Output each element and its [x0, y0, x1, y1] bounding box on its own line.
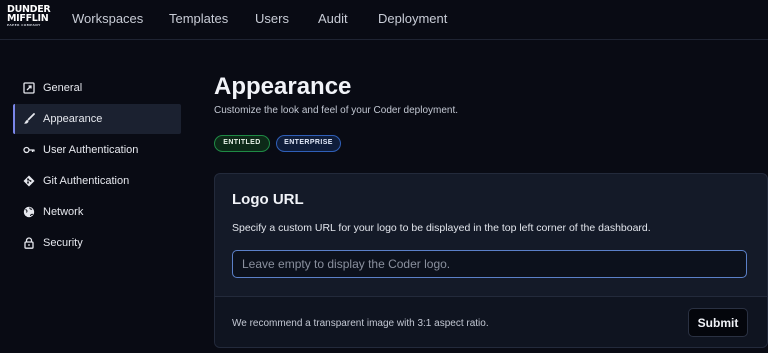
git-icon: [23, 175, 35, 187]
sidebar-item-network[interactable]: Network: [13, 197, 181, 227]
card-footer: We recommend a transparent image with 3:…: [215, 296, 767, 347]
globe-icon: [23, 206, 35, 218]
sidebar-item-label: User Authentication: [43, 144, 139, 156]
sidebar-item-label: Network: [43, 206, 84, 218]
sidebar-item-user-authentication[interactable]: User Authentication: [13, 135, 181, 165]
launch-icon: [23, 82, 35, 94]
card-description: Specify a custom URL for your logo to be…: [232, 222, 651, 234]
logo-line-2: MIFFLIN: [7, 13, 49, 24]
nav-audit[interactable]: Audit: [318, 0, 348, 40]
sidebar-item-security[interactable]: Security: [13, 228, 181, 258]
dunder-mifflin-logo[interactable]: DUNDER MIFFLIN PAPER COMPANY: [7, 5, 51, 35]
sidebar-item-label: Security: [43, 237, 83, 249]
sidebar-item-label: Appearance: [43, 113, 103, 125]
submit-button[interactable]: Submit: [688, 308, 748, 337]
logo-url-input[interactable]: [232, 250, 747, 278]
logo-url-card: Logo URL Specify a custom URL for your l…: [214, 173, 768, 348]
sidebar-item-label: General: [43, 82, 83, 94]
footer-note: We recommend a transparent image with 3:…: [232, 318, 489, 329]
lock-icon: [23, 237, 35, 249]
nav-users[interactable]: Users: [255, 0, 289, 40]
page-subtitle: Customize the look and feel of your Code…: [214, 105, 459, 116]
top-navbar: DUNDER MIFFLIN PAPER COMPANY Workspaces …: [0, 0, 768, 40]
sidebar-item-label: Git Authentication: [43, 175, 130, 187]
nav-deployment[interactable]: Deployment: [378, 0, 447, 40]
sidebar-item-git-authentication[interactable]: Git Authentication: [13, 166, 181, 196]
nav-workspaces[interactable]: Workspaces: [72, 0, 143, 40]
brush-icon: [23, 113, 35, 125]
page-title: Appearance: [214, 73, 352, 100]
key-icon: [23, 144, 35, 156]
card-title: Logo URL: [232, 191, 304, 208]
sidebar-item-appearance[interactable]: Appearance: [13, 104, 181, 134]
entitled-badge: ENTITLED: [214, 135, 270, 152]
enterprise-badge: ENTERPRISE: [276, 135, 341, 152]
sidebar-item-general[interactable]: General: [13, 73, 181, 103]
nav-templates[interactable]: Templates: [169, 0, 228, 40]
